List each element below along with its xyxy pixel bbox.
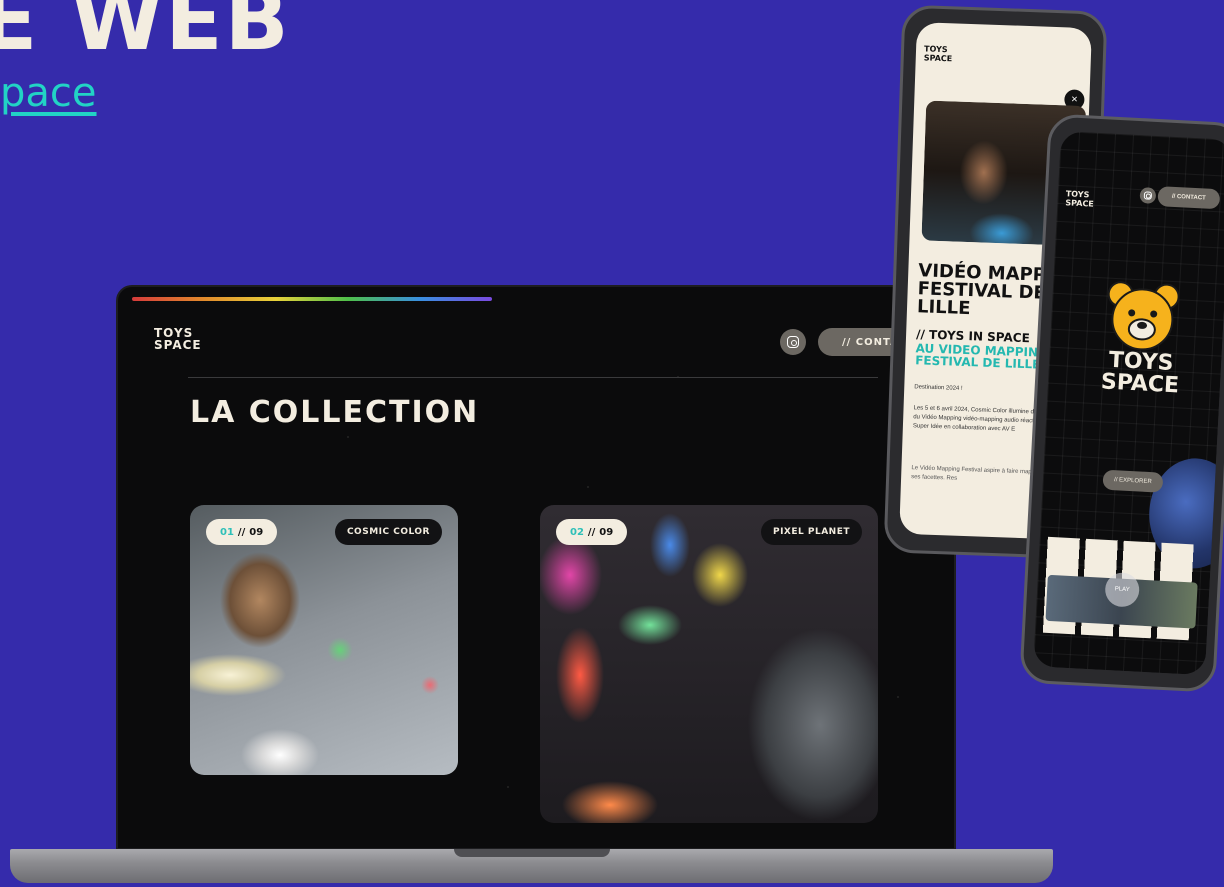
instagram-button[interactable] bbox=[780, 329, 806, 355]
instagram-button[interactable] bbox=[1139, 187, 1157, 204]
card-sep: // bbox=[587, 526, 596, 538]
site-logo[interactable]: TOYS SPACE bbox=[154, 327, 234, 351]
collection-card-cosmic-color[interactable]: 01 // 09 COSMIC COLOR bbox=[190, 505, 458, 775]
progress-rainbow-bar bbox=[132, 297, 492, 301]
phone-home-mockup: TOYS SPACE // CONTACT TOYS SPACE // EXPL… bbox=[1019, 113, 1224, 693]
collection-title: LA COLLECTION bbox=[190, 395, 480, 430]
hero-link[interactable]: pace bbox=[0, 70, 97, 116]
collection-card-pixel-planet[interactable]: 02 // 09 PIXEL PLANET bbox=[540, 505, 878, 823]
card-title-badge: COSMIC COLOR bbox=[334, 519, 442, 545]
card-sep: // bbox=[237, 526, 246, 538]
logo-line-2: SPACE bbox=[923, 53, 953, 64]
brand-wordmark: TOYS SPACE bbox=[1089, 348, 1191, 399]
laptop-screen: TOYS SPACE // CONTACT LA COLLECTION 01 /… bbox=[116, 285, 956, 850]
card-counter: 01 // 09 bbox=[206, 519, 278, 545]
phone-home-screen: TOYS SPACE // CONTACT TOYS SPACE // EXPL… bbox=[1033, 130, 1224, 676]
card-total: 09 bbox=[249, 526, 264, 538]
header-divider bbox=[188, 377, 878, 378]
card-index: 02 bbox=[570, 526, 584, 538]
card-counter: 02 // 09 bbox=[556, 519, 628, 545]
phone-logo[interactable]: TOYS SPACE bbox=[1065, 189, 1094, 208]
card-index: 01 bbox=[220, 526, 234, 538]
article-destination: Destination 2024 ! bbox=[914, 384, 963, 392]
phone-logo[interactable]: TOYS SPACE bbox=[924, 44, 953, 63]
laptop-notch bbox=[454, 849, 610, 857]
logo-line-2: SPACE bbox=[154, 338, 202, 352]
contact-button[interactable]: // CONTACT bbox=[1157, 186, 1221, 210]
brand-line-2: SPACE bbox=[1100, 369, 1180, 399]
card-title-badge: PIXEL PLANET bbox=[760, 519, 862, 545]
instagram-icon bbox=[1143, 191, 1153, 200]
explore-button[interactable]: // EXPLORER bbox=[1102, 469, 1164, 493]
logo-line-2: SPACE bbox=[1065, 198, 1095, 209]
hero-title: E WEB bbox=[0, 0, 291, 69]
instagram-icon bbox=[787, 336, 799, 348]
card-total: 09 bbox=[599, 526, 614, 538]
